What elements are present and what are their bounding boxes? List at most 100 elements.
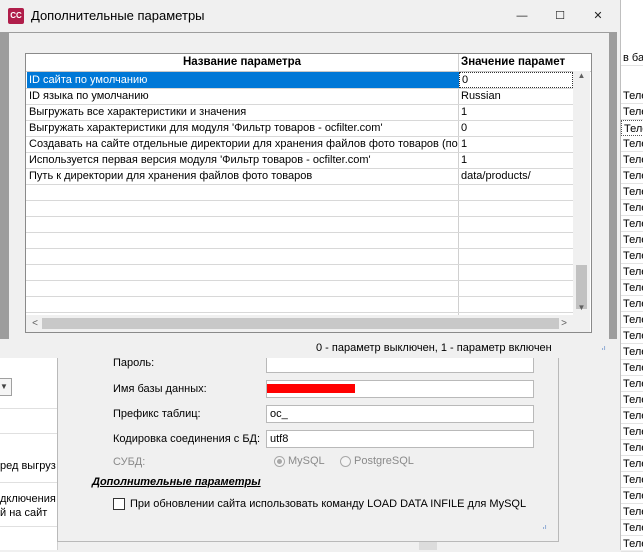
background-table-cell: Теле (621, 120, 643, 136)
table-row[interactable] (26, 216, 573, 233)
status-text: 0 - параметр выключен, 1 - параметр вклю… (316, 342, 552, 354)
background-table-cell: Теле (621, 168, 643, 184)
param-name-cell[interactable]: Создавать на сайте отдельные директории … (27, 136, 459, 152)
background-text: ред выгруз (0, 460, 56, 472)
scroll-down-icon[interactable]: ▼ (573, 303, 590, 315)
window-client: Название параметра Значение парамет ID с… (9, 33, 609, 351)
vertical-scrollbar[interactable]: ▲ ▼ (573, 71, 590, 315)
param-value-cell[interactable] (459, 200, 575, 216)
load-data-infile-checkbox[interactable] (113, 498, 125, 510)
background-table-cell: Теле (621, 232, 643, 248)
param-value-cell[interactable] (459, 296, 575, 312)
param-value-cell[interactable] (459, 184, 575, 200)
extra-params-link[interactable]: Дополнительные параметры (92, 476, 261, 488)
param-name-cell[interactable]: ID языка по умолчанию (27, 88, 459, 104)
param-name-cell[interactable] (27, 200, 459, 216)
table-row[interactable] (26, 200, 573, 217)
background-table-cell: Теле (621, 280, 643, 296)
table-row[interactable]: Путь к директории для хранения файлов фо… (26, 168, 573, 185)
param-value-cell[interactable]: data/products/ (459, 168, 575, 184)
param-value-cell[interactable]: 0 (459, 120, 575, 136)
title-bar[interactable]: CC Дополнительные параметры — ☐ ✕ (0, 0, 617, 32)
minimize-button[interactable]: — (507, 4, 537, 28)
param-value-cell[interactable]: 1 (459, 136, 575, 152)
table-row[interactable] (26, 184, 573, 201)
grid-header: Название параметра Значение парамет (26, 54, 591, 72)
param-name-cell[interactable] (27, 232, 459, 248)
param-name-cell[interactable] (27, 264, 459, 280)
background-table-cell: Теле (621, 520, 643, 536)
param-value-cell[interactable]: 0 (459, 72, 573, 88)
background-table-cell: Теле (621, 472, 643, 488)
param-name-cell[interactable] (27, 184, 459, 200)
param-name-cell[interactable]: Путь к директории для хранения файлов фо… (27, 168, 459, 184)
background-table-cell: Теле (621, 392, 643, 408)
table-row[interactable]: ID языка по умолчанию Russian (26, 88, 573, 105)
background-table-cell: Теле (621, 360, 643, 376)
table-row[interactable] (26, 264, 573, 281)
background-table: в ба ТелеТелеТелеТелеТелеТелеТелеТелеТел… (620, 0, 643, 552)
window-title: Дополнительные параметры (31, 8, 205, 23)
param-name-cell[interactable]: Используется первая версия модуля 'Фильт… (27, 152, 459, 168)
background-table-cell: Теле (621, 456, 643, 472)
param-name-cell[interactable] (27, 248, 459, 264)
scroll-up-icon[interactable]: ▲ (573, 71, 590, 83)
background-table-cell: Теле (621, 200, 643, 216)
param-name-cell[interactable] (27, 216, 459, 232)
close-button[interactable]: ✕ (583, 4, 613, 28)
postgresql-radio[interactable] (340, 456, 351, 467)
scroll-right-icon[interactable]: > (557, 315, 571, 332)
background-table-cell: Теле (621, 376, 643, 392)
background-table-cell: Теле (621, 408, 643, 424)
prefix-label: Префикс таблиц: (113, 408, 201, 420)
param-value-cell[interactable]: 1 (459, 104, 575, 120)
table-row[interactable]: Выгружать все характеристики и значения 1 (26, 104, 573, 121)
background-table-cell: Теле (621, 88, 643, 104)
extra-params-window: CC Дополнительные параметры — ☐ ✕ Назван… (0, 0, 617, 358)
column-header-value[interactable]: Значение парамет (459, 54, 575, 71)
horizontal-scroll-thumb[interactable] (42, 318, 559, 329)
param-name-cell[interactable]: Выгружать характеристики для модуля 'Фил… (27, 120, 459, 136)
param-value-cell[interactable] (459, 248, 575, 264)
encoding-input[interactable]: utf8 (266, 430, 534, 448)
param-value-cell[interactable] (459, 264, 575, 280)
table-row[interactable]: Используется первая версия модуля 'Фильт… (26, 152, 573, 169)
table-row[interactable] (26, 296, 573, 313)
background-table-cell: Теле (621, 136, 643, 152)
background-table-cell: Теле (621, 104, 643, 120)
table-row[interactable] (26, 232, 573, 249)
param-value-cell[interactable]: 1 (459, 152, 575, 168)
maximize-button[interactable]: ☐ (545, 4, 575, 28)
background-table-cell: Теле (621, 424, 643, 440)
params-grid[interactable]: Название параметра Значение парамет ID с… (25, 53, 592, 333)
param-value-cell[interactable] (459, 216, 575, 232)
background-table-cell: Теле (621, 264, 643, 280)
table-row[interactable]: Выгружать характеристики для модуля 'Фил… (26, 120, 573, 137)
horizontal-scrollbar[interactable]: < > (26, 315, 573, 332)
param-value-cell[interactable] (459, 232, 575, 248)
background-table-cell: Теле (621, 328, 643, 344)
prefix-input[interactable]: oc_ (266, 405, 534, 423)
db-name-input[interactable] (266, 380, 534, 398)
table-row[interactable]: ID сайта по умолчанию 0 (26, 72, 573, 89)
scroll-left-icon[interactable]: < (28, 315, 42, 332)
password-label: Пароль: (113, 357, 155, 369)
redacted-value (267, 384, 355, 393)
table-row[interactable] (26, 280, 573, 297)
param-value-cell[interactable] (459, 280, 575, 296)
column-header-name[interactable]: Название параметра (26, 54, 458, 71)
param-name-cell[interactable] (27, 280, 459, 296)
encoding-label: Кодировка соединения с БД: (113, 433, 261, 445)
param-name-cell[interactable] (27, 296, 459, 312)
mysql-radio[interactable] (274, 456, 285, 467)
param-value-cell[interactable]: Russian (459, 88, 575, 104)
param-name-cell[interactable]: ID сайта по умолчанию (27, 72, 459, 88)
param-name-cell[interactable]: Выгружать все характеристики и значения (27, 104, 459, 120)
resize-grip-icon[interactable]: ⠴ (542, 524, 550, 532)
resize-grip-icon[interactable]: ⠴ (601, 345, 609, 353)
chevron-down-icon[interactable]: ▼ (0, 378, 12, 396)
table-row[interactable]: Создавать на сайте отдельные директории … (26, 136, 573, 153)
background-table-cell: Теле (621, 344, 643, 360)
table-row[interactable] (26, 248, 573, 265)
connection-settings-panel: Пароль: Имя базы данных: Префикс таблиц:… (57, 350, 559, 542)
